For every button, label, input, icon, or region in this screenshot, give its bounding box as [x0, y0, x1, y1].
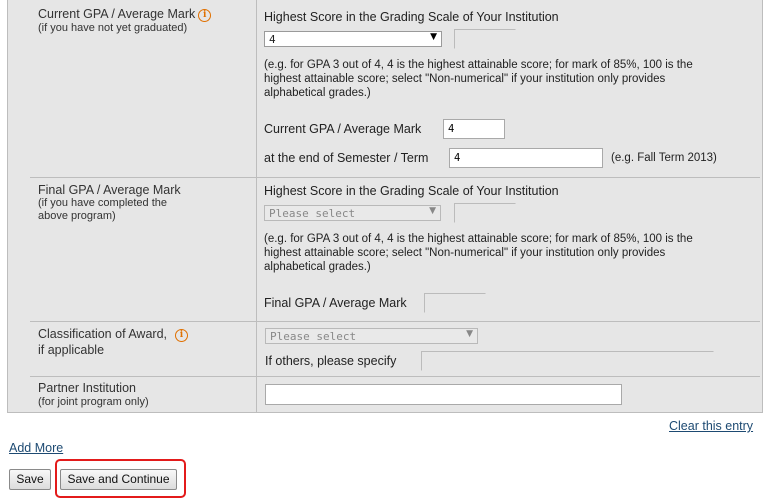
classification-label-cell: Classification of Award, i if applicable [30, 322, 257, 376]
final-gpa-note: (e.g. for GPA 3 out of 4, 4 is the highe… [264, 233, 693, 273]
current-gpa-scale-select[interactable]: 4 ▼ [264, 31, 442, 47]
current-gpa-heading: Highest Score in the Grading Scale of Yo… [264, 10, 559, 24]
info-icon[interactable]: i [198, 9, 212, 22]
save-and-continue-button[interactable]: Save and Continue [60, 469, 177, 490]
clear-entry-link[interactable]: Clear this entry [669, 419, 753, 433]
classification-label-2: if applicable [38, 343, 105, 357]
add-more-link[interactable]: Add More [9, 441, 63, 455]
final-gpa-sublabel-2: above program) [38, 210, 116, 222]
current-gpa-row: Current GPA / Average Mark i (if you have… [30, 0, 760, 177]
classification-select[interactable]: Please select ▼ [265, 328, 478, 344]
partner-label-cell: Partner Institution (for joint program o… [30, 377, 257, 413]
final-gpa-row: Final GPA / Average Mark (if you have co… [30, 177, 760, 321]
current-mark-label: Current GPA / Average Mark [264, 122, 422, 136]
others-input [421, 351, 714, 371]
partner-sublabel: (for joint program only) [38, 396, 149, 408]
final-gpa-label-cell: Final GPA / Average Mark (if you have co… [30, 178, 257, 321]
final-gpa-scale-value: Please select [269, 207, 356, 220]
term-input[interactable] [449, 148, 603, 168]
final-mark-input [424, 293, 486, 313]
current-gpa-label: Current GPA / Average Mark [38, 7, 196, 21]
final-gpa-scale-select[interactable]: Please select ▼ [264, 205, 441, 221]
current-mark-input[interactable] [443, 119, 505, 139]
others-label: If others, please specify [265, 354, 397, 368]
current-gpa-content: Highest Score in the Grading Scale of Yo… [257, 0, 760, 177]
dropdown-arrow-icon: ▼ [429, 206, 436, 216]
classification-select-value: Please select [270, 330, 357, 343]
final-gpa-label: Final GPA / Average Mark [38, 183, 181, 197]
final-gpa-heading: Highest Score in the Grading Scale of Yo… [264, 184, 559, 198]
classification-row: Classification of Award, i if applicable … [30, 321, 760, 376]
final-gpa-content: Highest Score in the Grading Scale of Yo… [257, 178, 760, 321]
partner-content [257, 377, 760, 413]
final-gpa-scale-other-input [454, 203, 516, 223]
partner-label: Partner Institution [38, 381, 136, 395]
classification-label: Classification of Award, [38, 327, 167, 341]
current-gpa-scale-value: 4 [269, 33, 276, 46]
current-gpa-scale-other-input [454, 29, 516, 49]
info-icon[interactable]: i [175, 329, 188, 342]
current-gpa-label-cell: Current GPA / Average Mark i (if you have… [30, 0, 257, 177]
current-gpa-note: (e.g. for GPA 3 out of 4, 4 is the highe… [264, 59, 693, 99]
current-gpa-sublabel: (if you have not yet graduated) [38, 22, 188, 34]
term-hint: (e.g. Fall Term 2013) [611, 152, 717, 164]
term-label: at the end of Semester / Term [264, 151, 429, 165]
partner-input[interactable] [265, 384, 622, 405]
partner-row: Partner Institution (for joint program o… [30, 376, 760, 413]
final-mark-label: Final GPA / Average Mark [264, 296, 407, 310]
final-gpa-sublabel-1: (if you have completed the [38, 197, 168, 209]
dropdown-arrow-icon: ▼ [430, 32, 437, 42]
classification-content: Please select ▼ If others, please specify [257, 322, 760, 376]
dropdown-arrow-icon: ▼ [466, 329, 473, 339]
save-button[interactable]: Save [9, 469, 51, 490]
